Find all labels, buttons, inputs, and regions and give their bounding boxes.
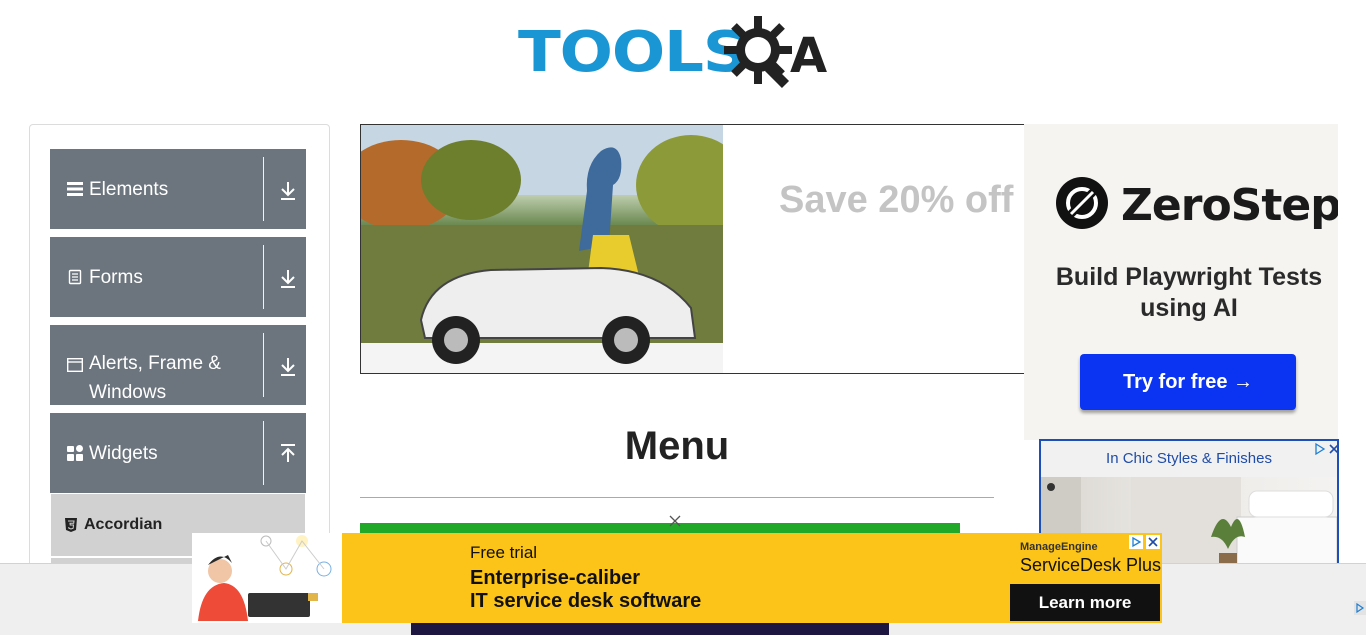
sidebar-group-widgets[interactable]: Widgets <box>50 413 306 493</box>
download-icon[interactable] <box>278 267 298 289</box>
try-for-free-button[interactable]: Try for free → <box>1080 354 1296 410</box>
page-title: Menu <box>624 424 730 468</box>
hamburger-icon <box>67 182 83 196</box>
sidebar-group-alerts[interactable]: Alerts, Frame & Windows <box>50 325 306 405</box>
product-name: ServiceDesk Plus <box>1020 555 1162 575</box>
close-icon[interactable] <box>1146 535 1160 549</box>
divider <box>263 245 264 309</box>
divider <box>263 333 264 397</box>
sidebar-group-elements[interactable]: Elements <box>50 149 306 229</box>
ad-line-headline: Enterprise-caliber <box>470 567 641 589</box>
zerostep-brand: ZeroStep <box>1121 180 1338 231</box>
dark-ad-strip <box>411 622 889 635</box>
document-icon <box>68 269 82 285</box>
upload-icon[interactable] <box>278 443 298 465</box>
window-icon <box>67 358 83 373</box>
learn-more-button[interactable]: Learn more <box>1010 584 1160 621</box>
logo-letter-a: A <box>790 28 827 84</box>
zerostep-logo-icon <box>1056 177 1108 229</box>
ad-line-free-trial: Free trial <box>470 543 538 562</box>
divider <box>263 157 264 221</box>
zerostep-ad[interactable]: ZeroStep Build Playwright Tests using AI… <box>1024 124 1338 440</box>
grid-icon <box>67 445 83 461</box>
close-icon[interactable] <box>668 515 682 527</box>
servicedesk-ad[interactable]: Free trial Enterprise-caliber IT service… <box>192 533 1162 623</box>
logo-text: TOOLS <box>518 20 748 85</box>
close-icon[interactable] <box>1327 442 1339 456</box>
person-laptop-illustration <box>198 535 332 621</box>
car-illustration <box>361 125 723 373</box>
ad-line-subheadline: IT service desk software <box>470 590 702 612</box>
adchoices-icon[interactable] <box>1354 601 1366 615</box>
toolsqa-logo[interactable]: TOOLS A <box>518 16 840 90</box>
adchoices-icon[interactable] <box>1313 442 1327 456</box>
sidebar-group-label: Alerts, Frame & Windows <box>89 353 221 403</box>
sidebar-group-forms[interactable]: Forms <box>50 237 306 317</box>
adchoices-icon[interactable] <box>1129 535 1143 549</box>
divider <box>263 421 264 485</box>
html5-icon <box>65 518 77 532</box>
sidebar-group-label: Forms <box>89 267 143 288</box>
gear-magnifier-icon: A <box>724 16 827 89</box>
manageengine-logo: ManageEngine <box>1020 541 1098 553</box>
sidebar-item-label: Accordian <box>84 516 163 533</box>
car-photo <box>361 125 723 373</box>
banner-headline: Save 20% off <box>779 179 1014 221</box>
download-icon[interactable] <box>278 179 298 201</box>
bathroom-ad-title: In Chic Styles & Finishes <box>1106 450 1272 467</box>
page: TOOLS A Elements Forms Alerts, Frame & W… <box>0 0 1366 635</box>
zerostep-tagline: Build Playwright Tests using AI <box>1055 263 1323 322</box>
sidebar-group-label: Widgets <box>89 443 158 464</box>
title-divider <box>360 497 994 498</box>
download-icon[interactable] <box>278 355 298 377</box>
ad-illustration <box>192 533 342 623</box>
sidebar-group-label: Elements <box>89 179 169 200</box>
